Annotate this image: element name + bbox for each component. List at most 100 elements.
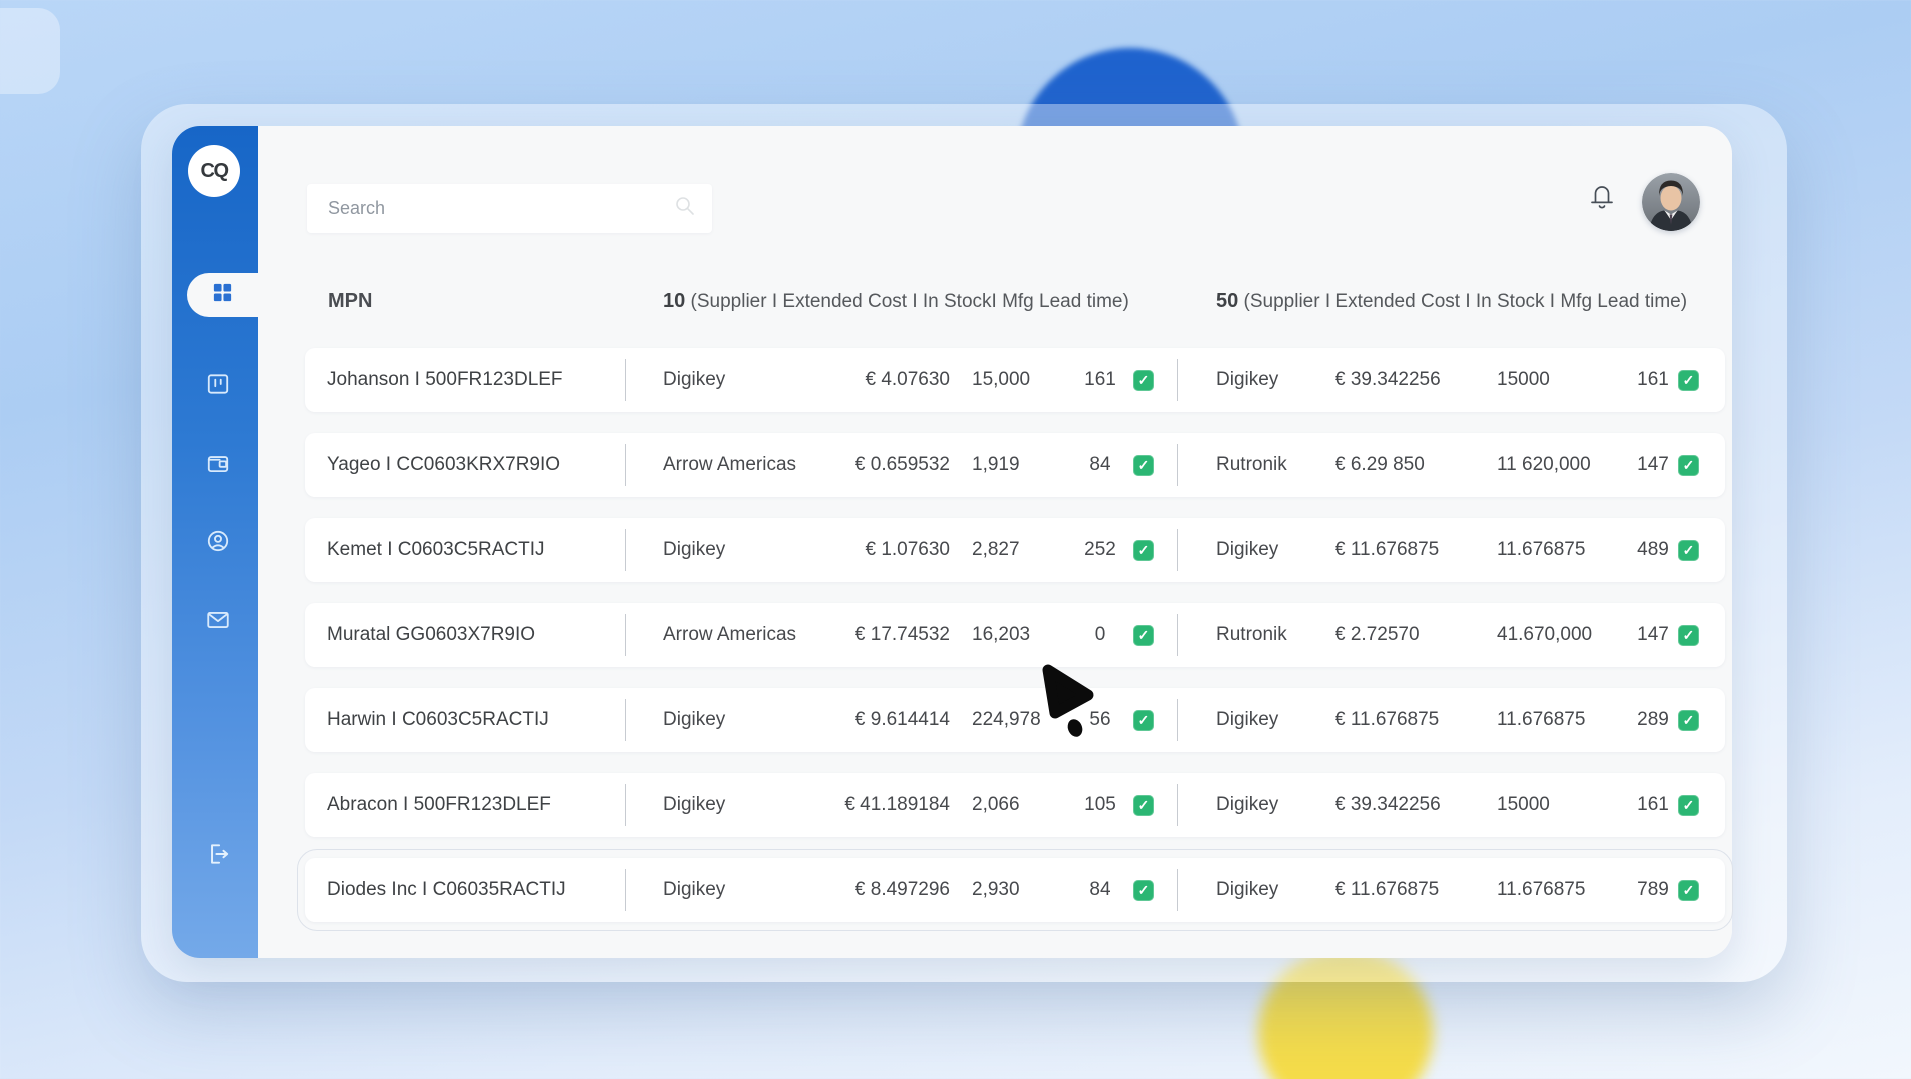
extended-cost-10: € 0.659532 xyxy=(805,454,950,476)
header-mpn: MPN xyxy=(305,290,625,313)
sidebar-item-messages[interactable] xyxy=(205,609,231,635)
in-stock-50: 41.670,000 xyxy=(1495,624,1635,646)
table-row[interactable]: Kemet I C0603C5RACTIJ Digikey € 1.07630 … xyxy=(305,518,1725,582)
lead-time-10: 252 xyxy=(1075,539,1125,561)
sidebar-item-account[interactable] xyxy=(205,530,231,556)
supplier-50: Digikey xyxy=(1177,879,1335,901)
lead-time-50: 147 xyxy=(1635,624,1671,646)
stock-check-icon[interactable]: ✓ xyxy=(1133,370,1154,391)
supplier-50: Rutronik xyxy=(1177,454,1335,476)
stock-check-icon[interactable]: ✓ xyxy=(1678,625,1699,646)
lead-time-10: 0 xyxy=(1075,624,1125,646)
extended-cost-50: € 39.342256 xyxy=(1335,794,1495,816)
header-qty-10: 10 (Supplier I Extended Cost I In StockI… xyxy=(625,290,1177,313)
stock-check-icon[interactable]: ✓ xyxy=(1678,455,1699,476)
background-corner-panel xyxy=(0,8,60,94)
stock-check-icon[interactable]: ✓ xyxy=(1678,370,1699,391)
in-stock-50: 11.676875 xyxy=(1495,539,1635,561)
in-stock-50: 15000 xyxy=(1495,794,1635,816)
lead-time-50: 289 xyxy=(1635,709,1671,731)
user-avatar[interactable] xyxy=(1642,173,1700,231)
stock-check-icon[interactable]: ✓ xyxy=(1133,795,1154,816)
mpn-value: Diodes Inc I C06035RACTIJ xyxy=(305,879,625,901)
supplier-50: Digikey xyxy=(1177,794,1335,816)
main-card: CQ xyxy=(172,126,1732,958)
in-stock-10: 15,000 xyxy=(950,369,1075,391)
in-stock-10: 16,203 xyxy=(950,624,1075,646)
supplier-10: Digikey xyxy=(625,879,805,901)
parts-table: MPN 10 (Supplier I Extended Cost I In St… xyxy=(305,276,1725,922)
supplier-10: Digikey xyxy=(625,794,805,816)
in-stock-50: 11.676875 xyxy=(1495,709,1635,731)
in-stock-50: 15000 xyxy=(1495,369,1635,391)
supplier-10: Digikey xyxy=(625,539,805,561)
mpn-value: Harwin I C0603C5RACTIJ xyxy=(305,709,625,731)
user-circle-icon xyxy=(205,528,231,559)
in-stock-10: 2,930 xyxy=(950,879,1075,901)
stock-check-icon[interactable]: ✓ xyxy=(1133,625,1154,646)
mail-icon xyxy=(205,607,231,638)
supplier-10: Digikey xyxy=(625,709,805,731)
stock-check-icon[interactable]: ✓ xyxy=(1133,455,1154,476)
sidebar-item-boards[interactable] xyxy=(205,373,231,399)
stock-check-icon[interactable]: ✓ xyxy=(1678,795,1699,816)
lead-time-50: 489 xyxy=(1635,539,1671,561)
table-row[interactable]: Yageo I CC0603KRX7R9IO Arrow Americas € … xyxy=(305,433,1725,497)
extended-cost-10: € 1.07630 xyxy=(805,539,950,561)
notification-bell-icon[interactable] xyxy=(1586,180,1618,214)
lead-time-10: 56 xyxy=(1075,709,1125,731)
extended-cost-10: € 41.189184 xyxy=(805,794,950,816)
supplier-10: Arrow Americas xyxy=(625,454,805,476)
content-area: MPN 10 (Supplier I Extended Cost I In St… xyxy=(258,126,1732,958)
grid-icon xyxy=(211,281,234,309)
table-row[interactable]: Muratal GG0603X7R9IO Arrow Americas € 17… xyxy=(305,603,1725,667)
extended-cost-50: € 11.676875 xyxy=(1335,539,1495,561)
sidebar: CQ xyxy=(172,126,258,958)
search-icon xyxy=(674,195,696,222)
stock-check-icon[interactable]: ✓ xyxy=(1678,710,1699,731)
wallet-icon xyxy=(205,450,231,481)
sidebar-item-wallet[interactable] xyxy=(205,452,231,478)
in-stock-10: 2,827 xyxy=(950,539,1075,561)
sidebar-item-logout[interactable] xyxy=(205,843,231,869)
app-logo: CQ xyxy=(188,145,240,197)
supplier-50: Rutronik xyxy=(1177,624,1335,646)
stock-check-icon[interactable]: ✓ xyxy=(1133,710,1154,731)
extended-cost-10: € 8.497296 xyxy=(805,879,950,901)
lead-time-50: 161 xyxy=(1635,369,1671,391)
header-qty-50: 50 (Supplier I Extended Cost I In Stock … xyxy=(1177,290,1725,313)
search-box xyxy=(307,184,712,233)
sidebar-item-dashboard[interactable] xyxy=(187,273,258,317)
mpn-value: Kemet I C0603C5RACTIJ xyxy=(305,539,625,561)
in-stock-10: 1,919 xyxy=(950,454,1075,476)
supplier-10: Digikey xyxy=(625,369,805,391)
extended-cost-10: € 17.74532 xyxy=(805,624,950,646)
search-input[interactable] xyxy=(307,198,674,219)
stock-check-icon[interactable]: ✓ xyxy=(1133,540,1154,561)
table-header: MPN 10 (Supplier I Extended Cost I In St… xyxy=(305,276,1725,326)
supplier-50: Digikey xyxy=(1177,539,1335,561)
extended-cost-50: € 11.676875 xyxy=(1335,879,1495,901)
extended-cost-50: € 6.29 850 xyxy=(1335,454,1495,476)
stock-check-icon[interactable]: ✓ xyxy=(1678,880,1699,901)
mpn-value: Yageo I CC0603KRX7R9IO xyxy=(305,454,625,476)
in-stock-50: 11.676875 xyxy=(1495,879,1635,901)
lead-time-10: 105 xyxy=(1075,794,1125,816)
kanban-icon xyxy=(205,371,231,402)
stock-check-icon[interactable]: ✓ xyxy=(1133,880,1154,901)
table-row[interactable]: Harwin I C0603C5RACTIJ Digikey € 9.61441… xyxy=(305,688,1725,752)
table-row-selected[interactable]: Diodes Inc I C06035RACTIJ Digikey € 8.49… xyxy=(305,858,1725,922)
lead-time-50: 161 xyxy=(1635,794,1671,816)
in-stock-10: 224,978 xyxy=(950,709,1075,731)
supplier-50: Digikey xyxy=(1177,369,1335,391)
lead-time-10: 84 xyxy=(1075,879,1125,901)
lead-time-10: 84 xyxy=(1075,454,1125,476)
extended-cost-50: € 39.342256 xyxy=(1335,369,1495,391)
mpn-value: Muratal GG0603X7R9IO xyxy=(305,624,625,646)
table-row[interactable]: Johanson I 500FR123DLEF Digikey € 4.0763… xyxy=(305,348,1725,412)
supplier-50: Digikey xyxy=(1177,709,1335,731)
stock-check-icon[interactable]: ✓ xyxy=(1678,540,1699,561)
extended-cost-10: € 4.07630 xyxy=(805,369,950,391)
table-row[interactable]: Abracon I 500FR123DLEF Digikey € 41.1891… xyxy=(305,773,1725,837)
lead-time-50: 789 xyxy=(1635,879,1671,901)
